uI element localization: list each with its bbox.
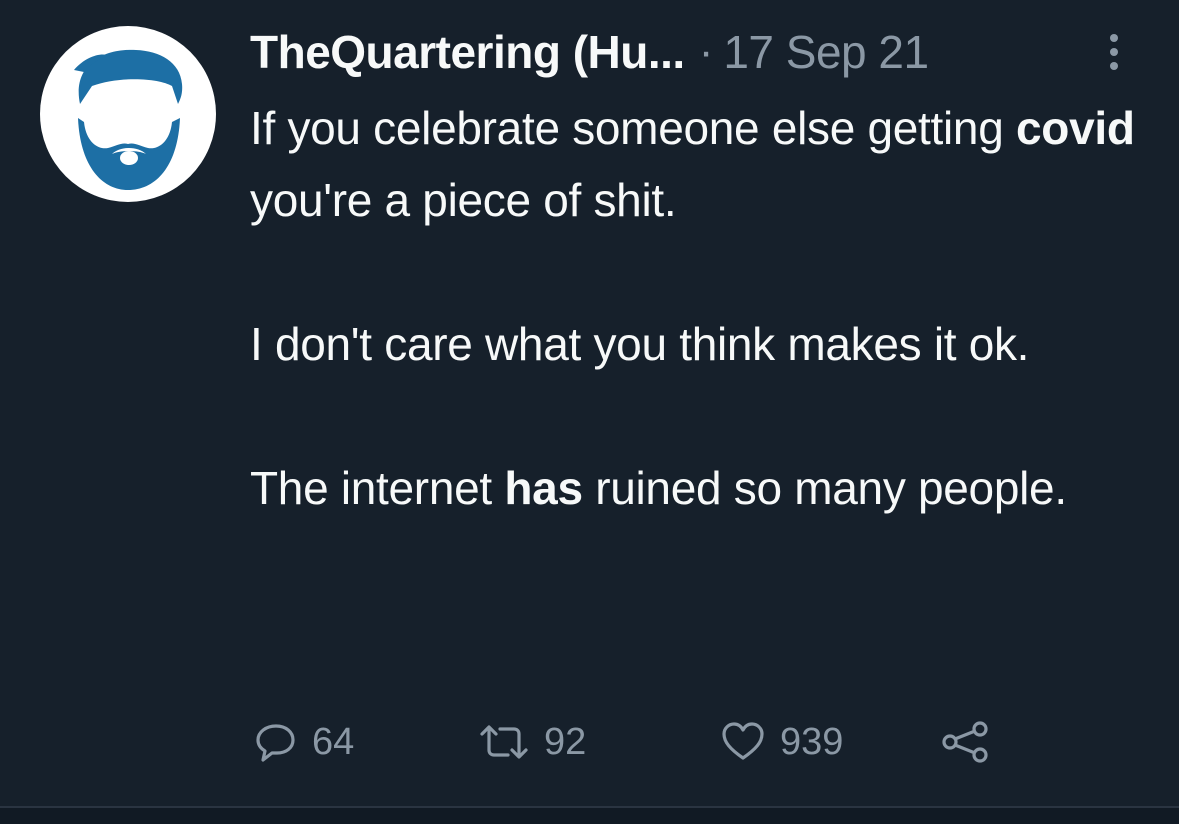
header-separator: · [698, 27, 714, 76]
tweet-text-run: If you celebrate someone else getting [250, 102, 1016, 154]
heart-icon [722, 722, 764, 760]
display-name[interactable]: TheQuartering (Hu... [250, 25, 685, 79]
bearded-man-icon [74, 49, 183, 190]
tweet-text-run: ruined so many people. [582, 462, 1067, 514]
tweet-text-run-bold: covid [1015, 102, 1135, 154]
retweet-button[interactable]: 92 [478, 712, 586, 772]
reply-icon [256, 724, 295, 762]
tweet-paragraph: If you celebrate someone else getting co… [250, 92, 1150, 236]
tweet-text-run: The internet [250, 462, 505, 514]
reply-button[interactable]: 64 [254, 712, 354, 772]
more-options-icon[interactable] [1104, 30, 1124, 74]
share-icon [942, 721, 988, 763]
tweet-paragraph: I don't care what you think makes it ok. [250, 308, 1150, 380]
tweet-card[interactable]: TheQuartering (Hu... · 17 Sep 21 If you … [0, 0, 1179, 808]
tweet-text-run: I don't care what you think makes it ok. [250, 318, 1030, 370]
tweet-actions: 64 92 939 [254, 712, 1014, 772]
share-button[interactable] [940, 712, 994, 772]
reply-count: 64 [312, 720, 355, 763]
tweet-text-run: you're a piece of shit. [250, 174, 677, 226]
tweet-text-run-bold: has [504, 462, 583, 514]
timestamp[interactable]: 17 Sep 21 [723, 25, 929, 79]
like-count: 939 [780, 720, 844, 763]
avatar[interactable] [40, 26, 216, 202]
bottom-strip [0, 808, 1179, 824]
tweet-header: TheQuartering (Hu... · 17 Sep 21 [250, 20, 929, 84]
retweet-count: 92 [544, 720, 587, 763]
like-button[interactable]: 939 [720, 712, 843, 772]
tweet-text: If you celebrate someone else getting co… [250, 92, 1150, 524]
tweet-paragraph: The internet has ruined so many people. [250, 452, 1150, 524]
retweet-icon [480, 725, 528, 759]
